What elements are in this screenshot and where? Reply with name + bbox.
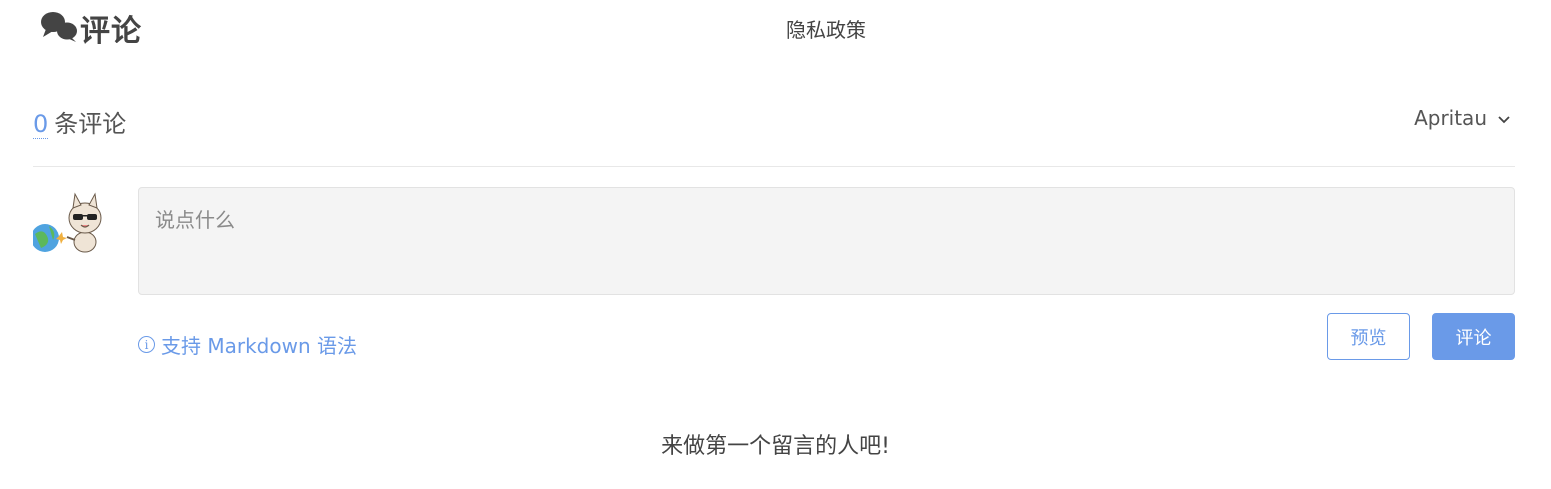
comment-input[interactable]: [138, 187, 1515, 295]
markdown-help-link[interactable]: i 支持 Markdown 语法: [138, 330, 357, 359]
comment-count-label: 条评论: [54, 110, 127, 138]
privacy-policy-link[interactable]: 隐私政策: [786, 14, 866, 43]
empty-comments-message: 来做第一个留言的人吧!: [661, 434, 890, 459]
divider: [33, 166, 1515, 167]
section-title: 评论: [80, 14, 142, 49]
info-icon: i: [138, 336, 155, 353]
submit-comment-button[interactable]: 评论: [1432, 313, 1515, 360]
preview-button[interactable]: 预览: [1327, 313, 1410, 360]
section-header: 评论: [40, 6, 142, 50]
comment-section: 评论 隐私政策 0 条评论 Apritau 说点什么 i 支持 Markdown…: [0, 0, 1551, 489]
user-name: Apritau: [1414, 106, 1487, 130]
comment-count-number: 0: [33, 110, 49, 139]
comment-count: 0 条评论: [33, 104, 126, 139]
avatar: [31, 188, 113, 260]
chevron-down-icon: [1497, 106, 1511, 130]
chat-bubbles-icon: [40, 9, 78, 47]
markdown-hint-label: 支持 Markdown 语法: [161, 334, 357, 358]
user-menu[interactable]: Apritau: [1414, 106, 1511, 130]
